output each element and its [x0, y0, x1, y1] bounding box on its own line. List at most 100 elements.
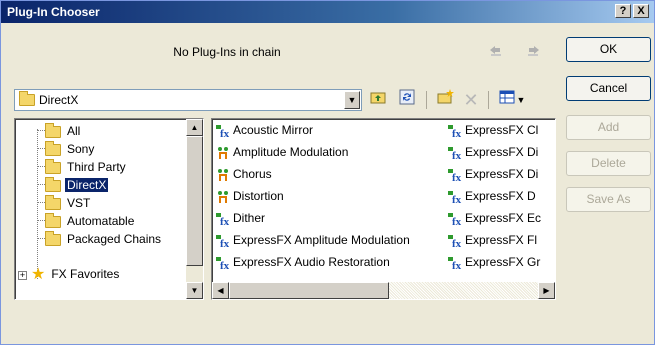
folder-icon	[45, 122, 61, 138]
ok-button[interactable]: OK	[566, 37, 651, 62]
folder-tree[interactable]: All Sony Third Party DirectX VST Automat…	[14, 118, 204, 300]
list-item[interactable]: fx ExpressFX Gr	[448, 253, 554, 271]
tree-item-directx[interactable]: DirectX	[45, 176, 109, 194]
tree-item-sony[interactable]: Sony	[45, 140, 96, 158]
folder-icon	[45, 230, 61, 246]
folder-icon	[19, 91, 35, 106]
tree-item-label: Sony	[67, 142, 95, 156]
list-item[interactable]: fx ExpressFX Fl	[448, 231, 554, 249]
svg-text:fx: fx	[452, 150, 462, 160]
svg-text:fx: fx	[220, 128, 230, 138]
list-item[interactable]: fx ExpressFX Cl	[448, 121, 554, 139]
tree-item-label: DirectX	[65, 178, 109, 192]
list-item-label: ExpressFX Di	[465, 145, 539, 159]
plugin-icon: fx	[448, 146, 464, 161]
plugin-list[interactable]: fx Acoustic Mirror Amplitude Modulation Cho…	[211, 118, 556, 300]
svg-text:fx: fx	[452, 194, 462, 204]
plugin-icon: fx	[216, 256, 232, 271]
scroll-thumb[interactable]	[229, 282, 389, 299]
tree-item-label: VST	[67, 196, 91, 210]
tree-item-automatable[interactable]: Automatable	[45, 212, 136, 230]
plugin-icon: fx	[448, 256, 464, 271]
move-right-icon[interactable]	[524, 43, 542, 59]
list-item[interactable]: Chorus	[216, 165, 444, 183]
plugin-icon: fx	[448, 212, 464, 227]
toolbar-divider	[426, 91, 427, 109]
tree-item-label: Third Party	[67, 160, 126, 174]
refresh-icon[interactable]	[397, 89, 417, 111]
list-item-label: Chorus	[233, 167, 272, 181]
toolbar-divider	[488, 91, 489, 109]
folder-up-icon[interactable]	[369, 89, 389, 111]
add-button[interactable]: Add	[566, 115, 651, 140]
delete-button[interactable]: Delete	[566, 151, 651, 176]
tree-item-vst[interactable]: VST	[45, 194, 92, 212]
delete-icon[interactable]: ✕	[461, 89, 481, 111]
plugin-chain-area: No Plug-Ins in chain	[7, 29, 557, 75]
help-button[interactable]: ?	[615, 4, 631, 18]
scroll-up-icon[interactable]: ▲	[186, 119, 203, 136]
tree-item-all[interactable]: All	[45, 122, 82, 140]
svg-text:fx: fx	[452, 128, 462, 138]
svg-text:fx: fx	[220, 260, 230, 270]
chain-status-text: No Plug-Ins in chain	[173, 45, 281, 59]
list-item[interactable]: fx ExpressFX Ec	[448, 209, 554, 227]
svg-text:fx: fx	[220, 238, 230, 248]
plugin-chooser-window: Plug-In Chooser ? X No Plug-Ins in chain…	[0, 0, 655, 345]
cancel-button[interactable]: Cancel	[566, 76, 651, 101]
list-item[interactable]: fx ExpressFX Di	[448, 165, 554, 183]
list-item-label: ExpressFX D	[465, 189, 536, 203]
tree-item-label: All	[67, 124, 81, 138]
view-icon[interactable]	[497, 89, 517, 111]
plugin-icon: fx	[448, 168, 464, 183]
new-folder-icon[interactable]	[436, 89, 456, 111]
tree-vertical-scrollbar[interactable]: ▲ ▼	[186, 119, 203, 299]
tree-item-label: Packaged Chains	[67, 232, 162, 246]
tree-item-packaged-chains[interactable]: Packaged Chains	[45, 230, 163, 248]
list-item[interactable]: Amplitude Modulation	[216, 143, 444, 161]
list-item[interactable]: fx Acoustic Mirror	[216, 121, 444, 139]
list-item[interactable]: Distortion	[216, 187, 444, 205]
folder-combo[interactable]: DirectX ▼	[14, 89, 362, 111]
scroll-thumb[interactable]	[186, 136, 203, 266]
list-item[interactable]: fx ExpressFX D	[448, 187, 554, 205]
title-bar[interactable]: Plug-In Chooser ? X	[1, 1, 654, 23]
svg-text:fx: fx	[452, 172, 462, 182]
scroll-right-icon[interactable]: ▶	[538, 282, 555, 299]
save-as-button[interactable]: Save As	[566, 187, 651, 212]
list-item[interactable]: fx Dither	[216, 209, 444, 227]
folder-icon	[45, 212, 61, 228]
tree-line	[37, 129, 38, 279]
window-title: Plug-In Chooser	[7, 5, 100, 19]
list-item[interactable]: fx ExpressFX Audio Restoration	[216, 253, 444, 271]
chevron-down-icon[interactable]: ▼	[344, 91, 360, 109]
folder-icon	[45, 194, 61, 210]
move-left-icon[interactable]	[487, 43, 505, 59]
list-item-label: Amplitude Modulation	[233, 145, 349, 159]
plugin-icon: fx	[448, 190, 464, 205]
tree-item-label: FX Favorites	[51, 267, 120, 281]
folder-icon	[45, 176, 61, 192]
list-horizontal-scrollbar[interactable]: ◀ ▶	[212, 282, 555, 299]
list-item-label: ExpressFX Di	[465, 167, 539, 181]
list-item-label: ExpressFX Ec	[465, 211, 542, 225]
list-item[interactable]: fx ExpressFX Di	[448, 143, 554, 161]
svg-text:fx: fx	[220, 216, 230, 226]
tree-item-third-party[interactable]: Third Party	[45, 158, 128, 176]
close-button[interactable]: X	[633, 4, 649, 18]
list-item-label: ExpressFX Audio Restoration	[233, 255, 390, 269]
tree-item-label: Automatable	[67, 214, 135, 228]
plugin-chain-icon	[216, 146, 232, 160]
list-item-label: ExpressFX Amplitude Modulation	[233, 233, 410, 247]
list-item-label: Distortion	[233, 189, 284, 203]
svg-text:fx: fx	[452, 238, 462, 248]
expand-fx-favorites[interactable]: +	[18, 271, 27, 280]
scroll-left-icon[interactable]: ◀	[212, 282, 229, 299]
list-item[interactable]: fx ExpressFX Amplitude Modulation	[216, 231, 444, 249]
tree-item-fx-favorites[interactable]: ★ FX Favorites	[31, 265, 121, 283]
plugin-icon: fx	[448, 124, 464, 139]
svg-text:fx: fx	[452, 260, 462, 270]
scroll-down-icon[interactable]: ▼	[186, 282, 203, 299]
folder-icon	[45, 158, 61, 174]
view-dropdown-icon[interactable]: ▼	[515, 89, 527, 111]
